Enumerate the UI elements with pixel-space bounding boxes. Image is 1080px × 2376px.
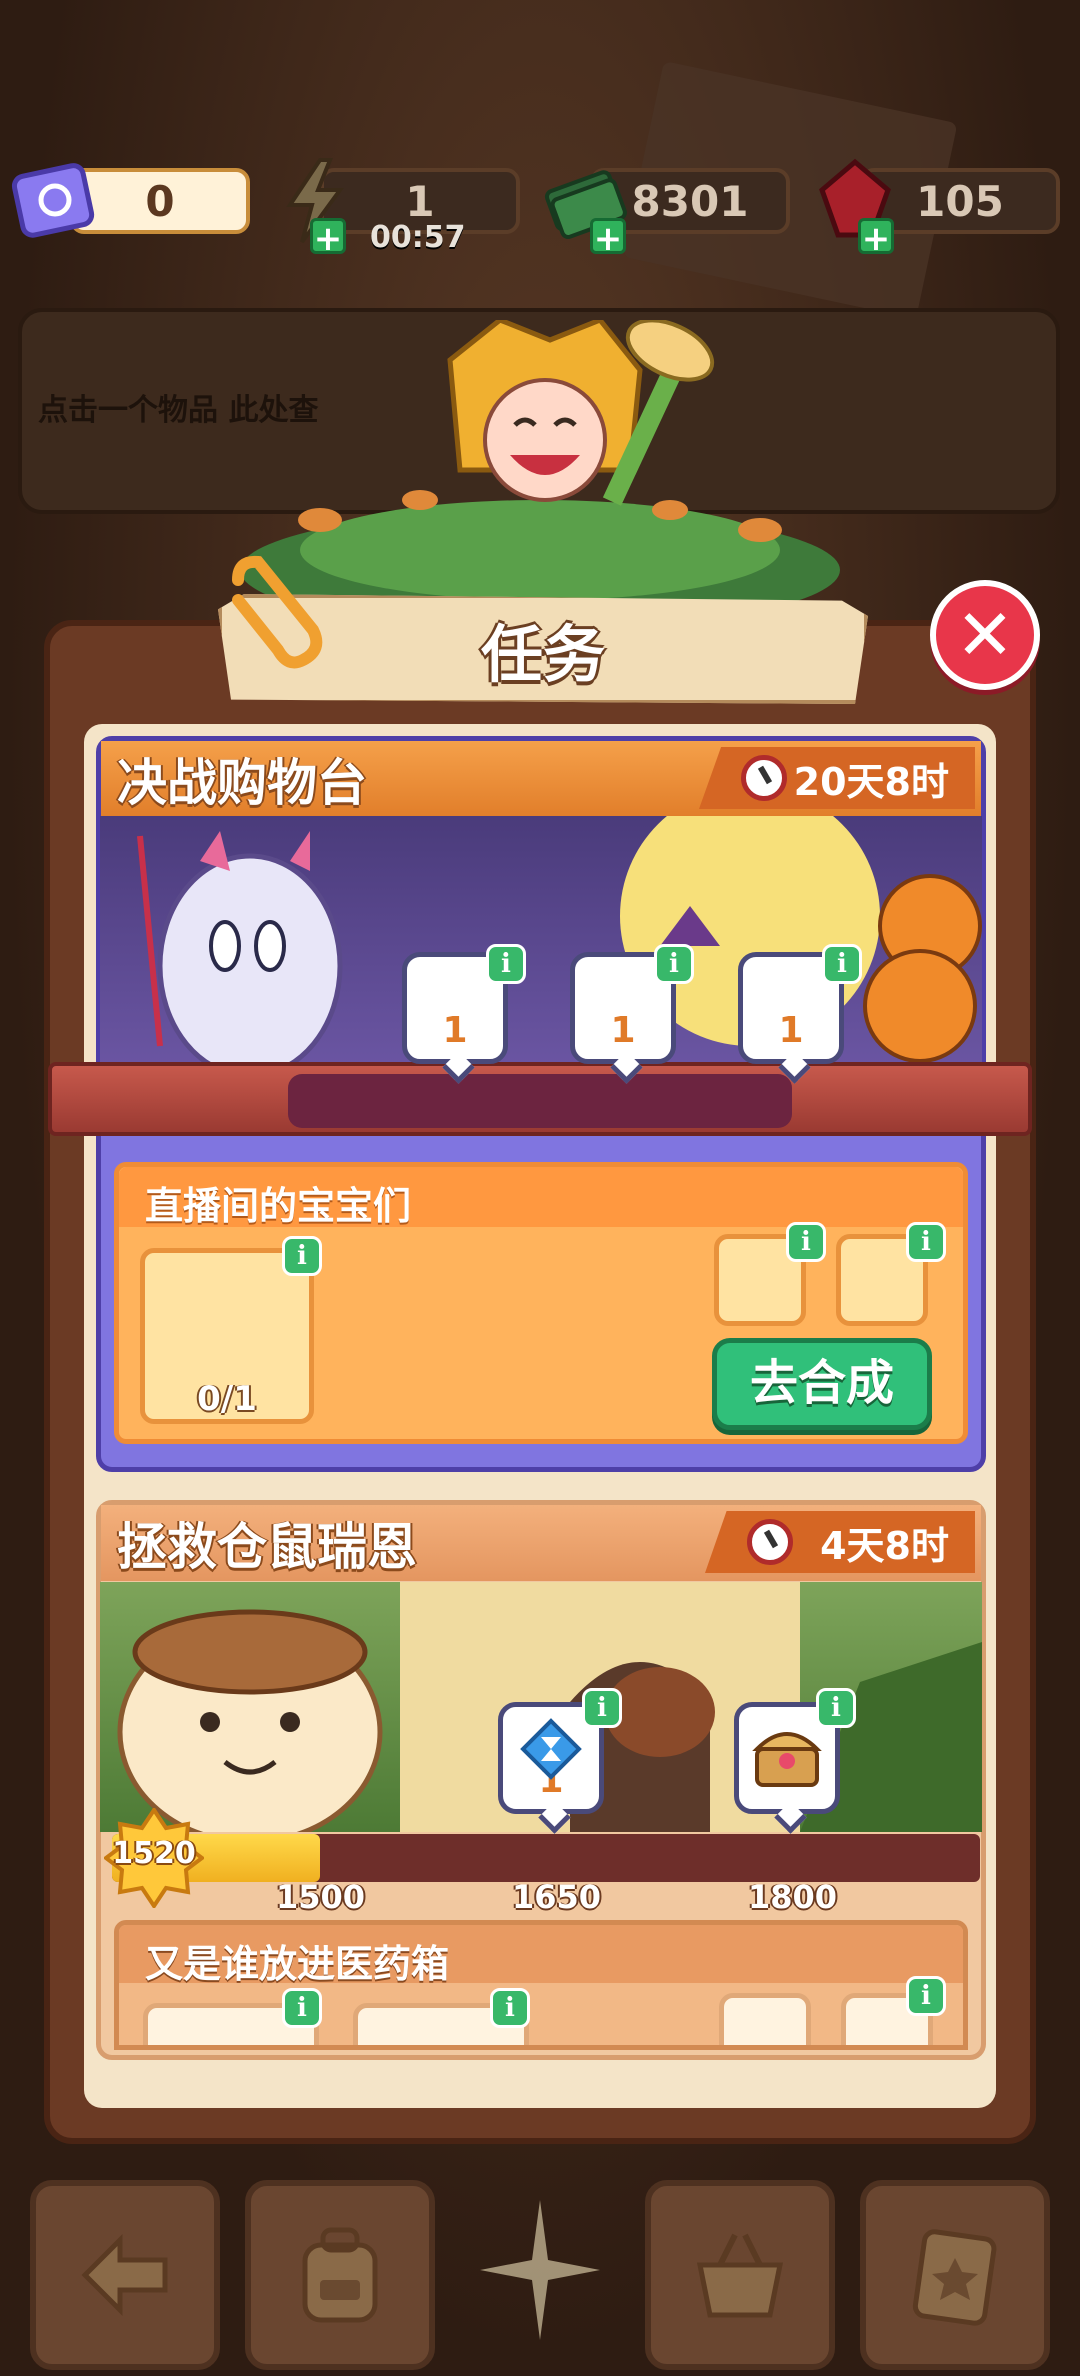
- cash-value: 8301: [631, 176, 749, 226]
- paperclip-icon: [232, 555, 323, 669]
- add-gems-button[interactable]: +: [858, 218, 894, 257]
- clock-icon: [747, 1519, 793, 1565]
- reward-count: 1: [610, 1010, 636, 1051]
- task2-title: 又是谁放进医药箱: [145, 1942, 450, 1986]
- halloween-illustration: [137, 816, 982, 1064]
- basket-icon: [696, 2233, 784, 2318]
- back-button[interactable]: [30, 2180, 220, 2370]
- task1-progress: 0/1: [197, 1379, 257, 1419]
- event1-header: 决战购物台 20天8时: [101, 741, 981, 817]
- info-icon[interactable]: i: [786, 1222, 826, 1262]
- info-icon[interactable]: i: [486, 944, 526, 984]
- hourglass-gem-icon: [520, 1718, 582, 1780]
- info-icon[interactable]: i: [282, 1988, 322, 2028]
- info-icon[interactable]: i: [654, 944, 694, 984]
- backpack-button[interactable]: [245, 2180, 435, 2370]
- gems-value: 105: [916, 176, 1004, 226]
- ticket-value: 0: [145, 176, 175, 226]
- clock-icon: [741, 755, 787, 801]
- reward-count: 1: [442, 1010, 468, 1051]
- event1-progress-bar: [288, 1074, 792, 1128]
- info-icon[interactable]: i: [906, 1976, 946, 2016]
- reward-count: 1: [778, 1010, 804, 1051]
- task2-header: 又是谁放进医药箱: [119, 1925, 963, 1986]
- task2-reward-slot-1[interactable]: [719, 1993, 811, 2045]
- info-icon[interactable]: i: [822, 944, 862, 984]
- task1-header: 直播间的宝宝们: [119, 1167, 963, 1228]
- ticket-icon: [11, 163, 95, 238]
- sparkle-icon: [480, 2200, 600, 2340]
- arrow-left-icon: [81, 2233, 168, 2317]
- info-icon[interactable]: i: [282, 1236, 322, 1276]
- progress-tick-1650: 1650: [512, 1878, 602, 1916]
- modal-title: 任务: [480, 618, 605, 691]
- event2-title: 拯救仓鼠瑞恩: [117, 1518, 417, 1576]
- go-merge-button[interactable]: 去合成: [712, 1338, 932, 1430]
- info-icon[interactable]: i: [906, 1222, 946, 1262]
- treasure-chest-icon: [752, 1732, 822, 1787]
- add-energy-button[interactable]: +: [310, 218, 346, 257]
- shop-basket-button[interactable]: [645, 2180, 835, 2370]
- tasks-button[interactable]: [860, 2180, 1050, 2370]
- info-icon[interactable]: i: [582, 1688, 622, 1728]
- event1-halloween-scene: [100, 816, 982, 1064]
- energy-timer: 00:57: [370, 220, 466, 255]
- energy-value: 1: [405, 176, 435, 226]
- event2-task-card: 又是谁放进医药箱: [114, 1920, 968, 2050]
- task1-title: 直播间的宝宝们: [145, 1184, 412, 1228]
- info-icon[interactable]: i: [490, 1988, 530, 2028]
- backpack-icon: [302, 2227, 378, 2323]
- add-cash-button[interactable]: +: [590, 218, 626, 257]
- event1-time-left: 20天8时: [793, 759, 949, 804]
- close-button[interactable]: ✕: [930, 580, 1040, 690]
- event2-header: 拯救仓鼠瑞恩 4天8时: [101, 1505, 981, 1581]
- event1-title: 决战购物台: [117, 754, 367, 812]
- event2-level: 1520: [112, 1836, 196, 1871]
- progress-tick-1800: 1800: [748, 1878, 838, 1916]
- event1-timer: 20天8时: [699, 747, 975, 809]
- clipboard-star-icon: [912, 2229, 997, 2326]
- event2-time-left: 4天8时: [820, 1523, 949, 1568]
- info-icon[interactable]: i: [816, 1688, 856, 1728]
- progress-tick-1500: 1500: [276, 1878, 366, 1916]
- event2-timer: 4天8时: [705, 1511, 975, 1573]
